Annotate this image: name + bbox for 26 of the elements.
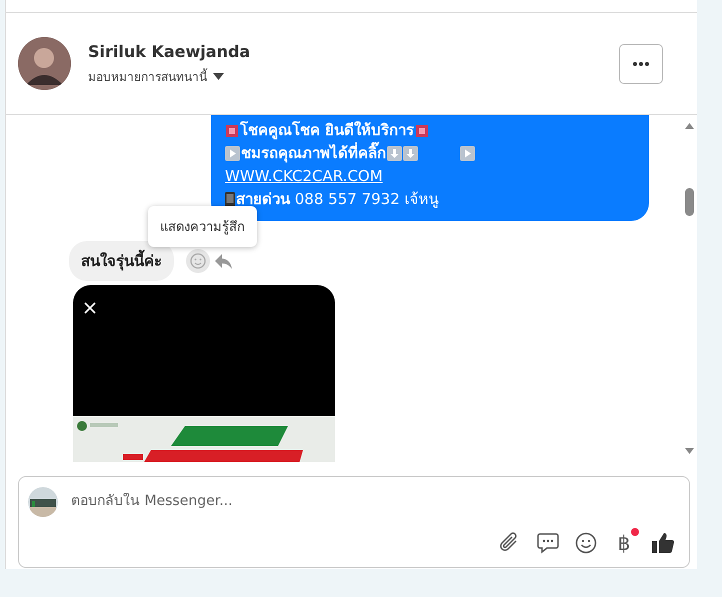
- phone-emoji-icon: [225, 192, 235, 207]
- page-avatar: [28, 487, 58, 517]
- down-arrow-emoji-icon: [387, 146, 402, 161]
- contact-name: Siriluk Kaewjanda: [88, 42, 250, 60]
- reply-icon[interactable]: [214, 252, 233, 270]
- payment-button[interactable]: ฿: [613, 531, 635, 555]
- chat-bubble-icon[interactable]: [537, 532, 559, 554]
- anger-emoji-icon: [415, 124, 430, 138]
- message-text: โชคคูณโชค ยินดีให้บริการ: [240, 120, 414, 142]
- caret-icon: [213, 72, 224, 80]
- video-attachment[interactable]: [73, 285, 335, 462]
- more-options-button[interactable]: [619, 44, 663, 84]
- down-arrow-emoji-icon: [403, 146, 418, 161]
- anger-emoji-icon: [225, 124, 239, 138]
- emoji-icon[interactable]: [575, 532, 597, 554]
- close-icon[interactable]: [84, 302, 96, 314]
- received-message: สนใจรุ่นนี้ค่ะ: [69, 241, 174, 281]
- tooltip: แสดงความรู้สึก: [148, 206, 257, 247]
- more-icon: [633, 62, 649, 66]
- like-icon[interactable]: [651, 532, 675, 554]
- message-text: ชมรถคุณภาพได้ที่คลิ๊ก: [241, 142, 386, 165]
- assign-conversation-dropdown[interactable]: มอบหมายการสนทนานี้: [88, 66, 250, 86]
- play-emoji-icon: [225, 146, 240, 161]
- play-emoji-icon: [460, 146, 475, 161]
- website-link[interactable]: WWW.CKC2CAR.COM: [225, 165, 383, 188]
- avatar: [18, 37, 71, 90]
